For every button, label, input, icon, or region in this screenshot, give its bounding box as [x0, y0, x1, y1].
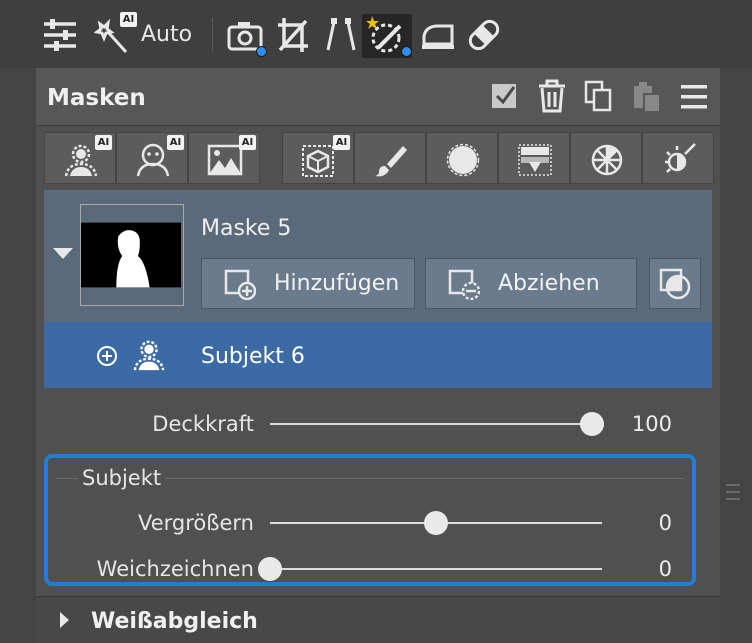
brush-tool[interactable]	[354, 132, 426, 184]
ai-mask-tools: AI AI AI	[44, 132, 260, 184]
radial-icon	[446, 143, 480, 177]
luminance-icon	[665, 143, 696, 173]
ai-badge: AI	[120, 12, 137, 27]
subtract-mask-icon	[448, 269, 480, 300]
portrait-ai-tool[interactable]: AI	[116, 132, 188, 184]
landscape-icon	[207, 144, 243, 176]
bandage-icon[interactable]	[466, 12, 502, 58]
opacity-slider-track[interactable]	[270, 423, 592, 425]
checkbox-icon[interactable]	[488, 78, 522, 114]
opacity-value[interactable]: 100	[612, 412, 672, 436]
soften-value[interactable]: 0	[612, 557, 672, 581]
enlarge-slider-knob[interactable]	[424, 511, 448, 535]
crop-icon[interactable]	[276, 12, 310, 58]
radial-tool[interactable]	[426, 132, 498, 184]
mask-name[interactable]: Maske 5	[201, 216, 291, 241]
soften-slider-track[interactable]	[270, 568, 602, 570]
ai-badge: AI	[333, 135, 350, 150]
masks-panel: Masken AI AI AI AI Maske 5 Hinzufügen Ab…	[36, 68, 720, 643]
opacity-label: Deckkraft	[152, 412, 254, 436]
object-cube-icon	[302, 145, 334, 177]
ai-badge: AI	[239, 135, 256, 150]
ai-badge: AI	[95, 135, 112, 150]
soften-label: Weichzeichnen	[96, 557, 254, 581]
subtract-button-label: Abziehen	[498, 271, 600, 296]
expand-triangle-icon[interactable]	[58, 611, 70, 629]
soften-slider-knob[interactable]	[258, 557, 282, 581]
brush-icon	[375, 146, 407, 177]
subject-icon	[64, 144, 98, 177]
gradient-icon	[518, 144, 552, 176]
enlarge-label: Vergrößern	[138, 511, 254, 535]
mask-row[interactable]: Maske 5 Hinzufügen Abziehen	[44, 190, 712, 322]
add-mask-icon	[224, 269, 256, 300]
add-button[interactable]: Hinzufügen	[201, 258, 415, 309]
sliders-icon[interactable]	[40, 12, 80, 58]
add-circle-icon[interactable]	[96, 345, 118, 367]
portrait-icon	[136, 143, 170, 177]
menu-icon[interactable]	[677, 78, 711, 114]
collapse-triangle-icon[interactable]	[52, 246, 74, 260]
manual-mask-tools: AI	[282, 132, 714, 184]
subtract-button[interactable]: Abziehen	[425, 258, 637, 309]
perspective-icon[interactable]	[322, 12, 358, 58]
paste-icon[interactable]	[630, 78, 664, 114]
toolbar-divider	[212, 18, 213, 52]
sky-ai-tool[interactable]: AI	[188, 132, 260, 184]
subject-label: Subjekt 6	[201, 344, 305, 369]
scroll-grip-icon[interactable]	[726, 482, 740, 502]
subject-row[interactable]: Subjekt 6	[44, 322, 712, 388]
trash-icon[interactable]	[535, 78, 569, 114]
auto-label[interactable]: Auto	[141, 22, 192, 47]
subject-icon	[133, 340, 165, 371]
ai-badge: AI	[167, 135, 184, 150]
copy-icon[interactable]	[582, 78, 616, 114]
white-balance-label: Weißabgleich	[91, 609, 258, 634]
object-ai-tool[interactable]: AI	[282, 132, 354, 184]
gradient-tool[interactable]	[498, 132, 570, 184]
intersect-button[interactable]	[649, 258, 701, 309]
add-button-label: Hinzufügen	[274, 271, 400, 296]
white-balance-section[interactable]: Weißabgleich	[36, 596, 720, 643]
top-toolbar: AI Auto	[0, 0, 752, 68]
luminance-tool[interactable]	[642, 132, 714, 184]
opacity-slider-knob[interactable]	[580, 412, 604, 436]
group-title: Subjekt	[78, 466, 166, 490]
color-range-tool[interactable]	[570, 132, 642, 184]
camera-status-dot	[256, 46, 267, 57]
eraser-icon[interactable]	[420, 12, 456, 58]
color-wheel-icon	[591, 144, 623, 176]
mask-status-dot	[401, 46, 412, 57]
subject-ai-tool[interactable]: AI	[44, 132, 116, 184]
mask-thumbnail[interactable]	[80, 204, 184, 306]
panel-title: Masken	[47, 85, 146, 111]
masks-header: Masken	[36, 68, 720, 126]
enlarge-value[interactable]: 0	[612, 511, 672, 535]
intersect-mask-icon	[659, 268, 691, 299]
